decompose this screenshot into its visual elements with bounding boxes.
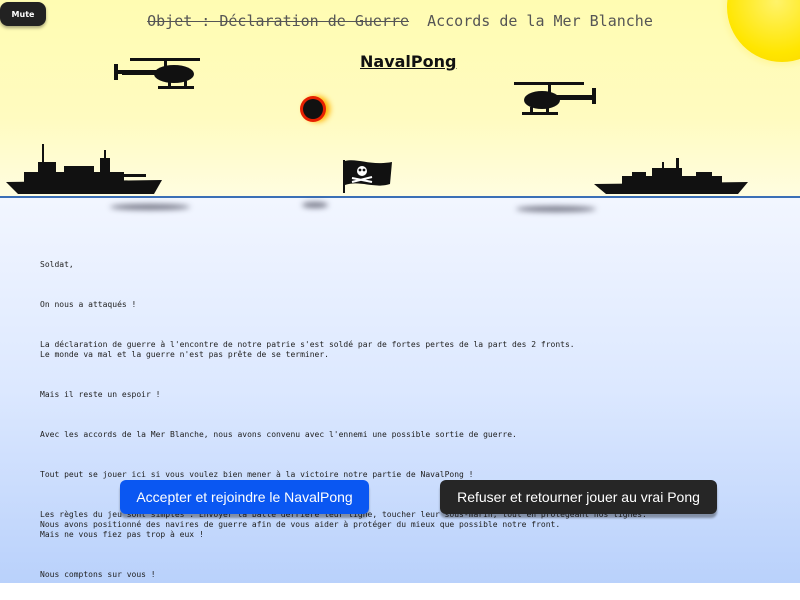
- battleship-icon: [594, 158, 748, 194]
- refuse-button[interactable]: Refuser et retourner jouer au vrai Pong: [440, 480, 717, 514]
- letter-paragraph: Les règles du jeu sont simples : Envoyer…: [40, 510, 647, 539]
- submarine-shadow: [302, 202, 328, 208]
- letter-paragraph: Nous comptons sur vous !: [40, 570, 156, 579]
- submarine-shadow: [110, 204, 190, 210]
- battleship-icon: [6, 144, 162, 194]
- letter-greeting: Soldat,: [40, 260, 74, 269]
- letter-paragraph: Mais il reste un espoir !: [40, 390, 161, 399]
- ball-icon: [303, 99, 323, 119]
- letter-body: Soldat, On nous a attaqués ! La déclarat…: [40, 240, 760, 600]
- letter-paragraph: La déclaration de guerre à l'encontre de…: [40, 340, 575, 359]
- letter-paragraph: On nous a attaqués !: [40, 300, 137, 309]
- letter-paragraph: Tout peut se jouer ici si vous voulez bi…: [40, 470, 474, 479]
- submarine-shadow: [516, 206, 596, 212]
- helicopter-icon: [514, 82, 596, 115]
- helicopter-icon: [114, 58, 200, 89]
- accept-button[interactable]: Accepter et rejoindre le NavalPong: [120, 480, 369, 514]
- game-logo: NavalPong: [360, 52, 457, 71]
- letter-paragraph: Avec les accords de la Mer Blanche, nous…: [40, 430, 517, 439]
- headline: Objet : Déclaration de Guerre Accords de…: [0, 12, 800, 30]
- headline-active-title: Accords de la Mer Blanche: [427, 12, 653, 30]
- pirate-flag-icon: [343, 160, 392, 193]
- headline-struck-title: Objet : Déclaration de Guerre: [147, 12, 410, 30]
